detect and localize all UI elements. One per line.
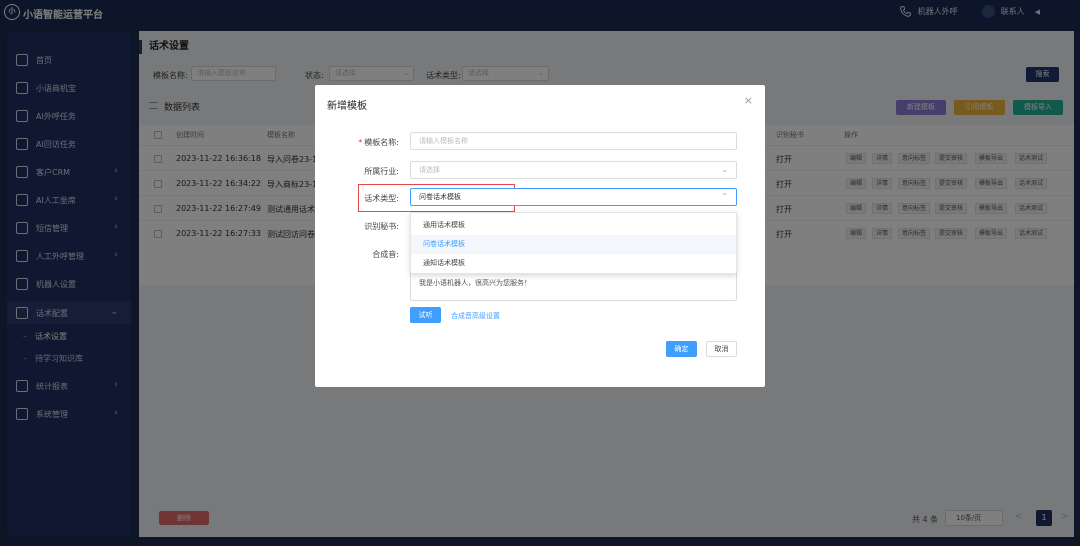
option-general-template[interactable]: 通用话术模板 <box>411 216 736 235</box>
script-type-dropdown: 通用话术模板 问卷话术模板 通知话术模板 <box>410 212 737 274</box>
synth-text-area[interactable]: 我是小语机器人，很高兴为您服务！ <box>410 271 737 301</box>
industry-select[interactable]: 请选择 ⌄ <box>410 161 737 179</box>
option-notice-template[interactable]: 通知话术模板 <box>411 254 736 273</box>
synth-voice-label: 合成音: <box>372 250 399 259</box>
industry-label: 所属行业: <box>364 167 399 176</box>
template-name-input[interactable]: 请输入模板名称 <box>410 132 737 150</box>
chevron-down-icon: ⌄ <box>721 165 728 174</box>
script-type-select[interactable]: 问卷话术模板 ⌃ <box>410 188 737 206</box>
advanced-settings-link[interactable]: 合成音高级设置 <box>451 311 500 321</box>
cancel-button[interactable]: 取消 <box>706 341 737 357</box>
option-survey-template[interactable]: 问卷话术模板 <box>411 235 736 254</box>
new-template-dialog: 新增模板 × * 模板名称: 请输入模板名称 所属行业: 请选择 ⌄ 话术类型: … <box>315 85 765 387</box>
template-name-label: * 模板名称: <box>358 138 399 147</box>
script-type-value: 问卷话术模板 <box>419 193 461 201</box>
try-listen-button[interactable]: 试听 <box>410 307 441 323</box>
chevron-up-icon: ⌃ <box>721 192 728 201</box>
script-type-label: 话术类型: <box>364 194 399 203</box>
dialog-title: 新增模板 <box>327 101 367 112</box>
industry-value: 请选择 <box>419 166 440 174</box>
confirm-button[interactable]: 确定 <box>666 341 697 357</box>
secretary-label: 识别秘书: <box>364 222 399 231</box>
close-icon[interactable]: × <box>744 94 753 107</box>
